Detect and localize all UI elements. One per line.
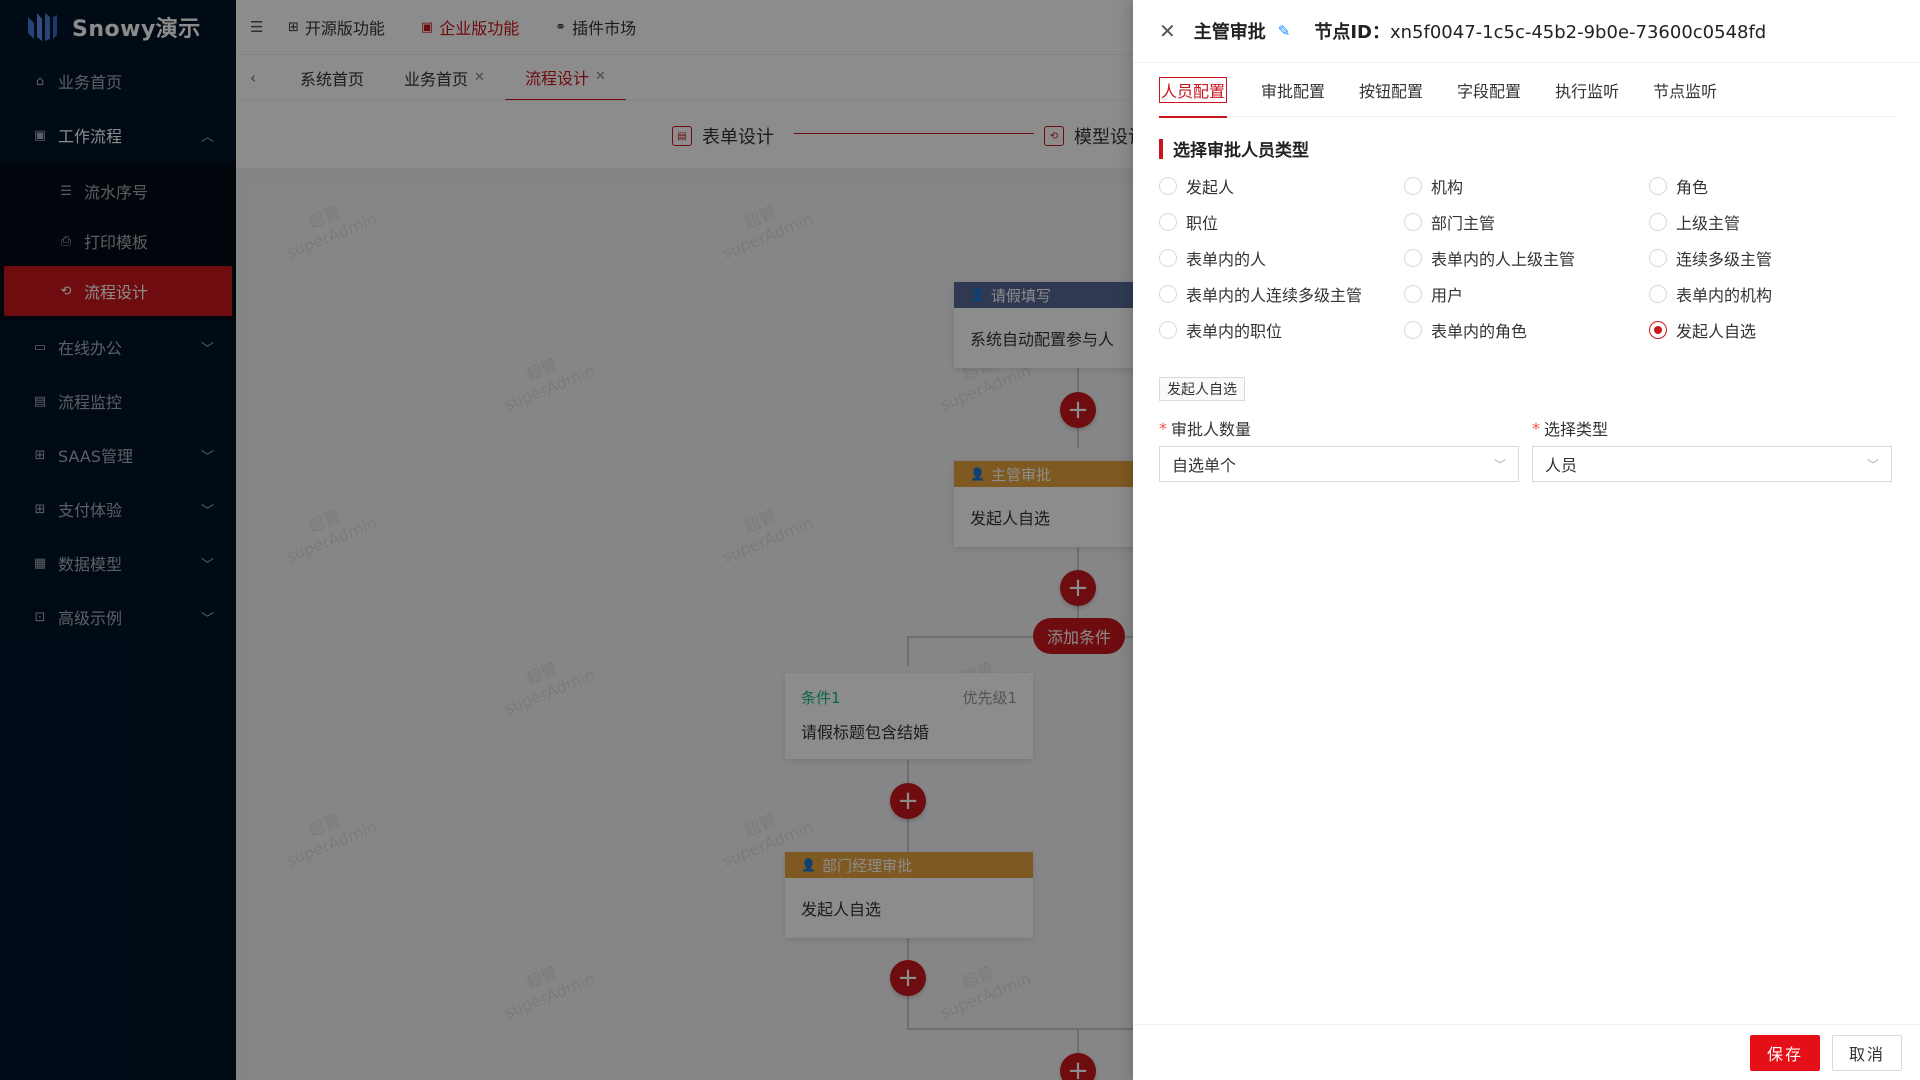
- tab-personnel-config[interactable]: 人员配置: [1159, 63, 1228, 118]
- radio-org[interactable]: 机构: [1404, 174, 1463, 198]
- tab-node-listener[interactable]: 节点监听: [1653, 63, 1717, 117]
- radio-superior[interactable]: 上级主管: [1649, 210, 1740, 234]
- chevron-down-icon: ﹀: [1493, 457, 1506, 472]
- radio-form-org[interactable]: 表单内的机构: [1649, 282, 1772, 306]
- radio-initiator[interactable]: 发起人: [1159, 174, 1234, 198]
- app: Snowy演示 ⌂ 业务首页 ▣ 工作流程 ︿ ☰ 流水序号 ⎙ 打印模板 ⟲ …: [0, 0, 1920, 1080]
- tab-button-config[interactable]: 按钮配置: [1359, 63, 1423, 117]
- select-type-select[interactable]: 人员 ﹀: [1532, 446, 1892, 482]
- radio-initiator-select[interactable]: 发起人自选: [1649, 318, 1756, 342]
- selected-type-tag: 发起人自选: [1159, 377, 1245, 401]
- radio-form-position[interactable]: 表单内的职位: [1159, 318, 1282, 342]
- cancel-button[interactable]: 取消: [1831, 1034, 1902, 1071]
- node-id: 节点ID：xn5f0047-1c5c-45b2-9b0e-73600c0548f…: [1314, 22, 1767, 43]
- section-title: 选择审批人员类型: [1159, 136, 1309, 161]
- edit-icon[interactable]: ✎: [1278, 22, 1291, 40]
- drawer-header: ✕ 主管审批 ✎ 节点ID：xn5f0047-1c5c-45b2-9b0e-73…: [1133, 0, 1920, 63]
- close-icon[interactable]: ✕: [1159, 19, 1176, 43]
- drawer-footer: 保存 取消: [1133, 1024, 1920, 1080]
- save-button[interactable]: 保存: [1749, 1034, 1820, 1071]
- radio-multi-level-supervisor[interactable]: 连续多级主管: [1649, 246, 1772, 270]
- select-value: 自选单个: [1172, 456, 1237, 475]
- tab-execution-listener[interactable]: 执行监听: [1555, 63, 1619, 117]
- radio-dept-supervisor[interactable]: 部门主管: [1404, 210, 1495, 234]
- tab-field-config[interactable]: 字段配置: [1457, 63, 1521, 117]
- select-value: 人员: [1545, 456, 1578, 475]
- drawer-mask[interactable]: [0, 0, 1133, 1080]
- radio-role[interactable]: 角色: [1649, 174, 1708, 198]
- drawer-tabs: 人员配置 审批配置 按钮配置 字段配置 执行监听 节点监听: [1159, 63, 1895, 118]
- radio-position[interactable]: 职位: [1159, 210, 1218, 234]
- radio-form-user[interactable]: 表单内的人: [1159, 246, 1266, 270]
- drawer-title: 主管审批: [1193, 22, 1266, 43]
- radio-user[interactable]: 用户: [1404, 282, 1463, 306]
- tab-approval-config[interactable]: 审批配置: [1261, 63, 1325, 117]
- section-bar: [1159, 138, 1163, 159]
- select-type-label: * 选择类型: [1532, 418, 1609, 440]
- approver-count-label: * 审批人数量: [1159, 418, 1252, 440]
- radio-form-role[interactable]: 表单内的角色: [1404, 318, 1527, 342]
- chevron-down-icon: ﹀: [1866, 457, 1879, 472]
- radio-form-user-multi-level[interactable]: 表单内的人连续多级主管: [1159, 282, 1362, 306]
- node-config-drawer: ✕ 主管审批 ✎ 节点ID：xn5f0047-1c5c-45b2-9b0e-73…: [1133, 0, 1920, 1080]
- radio-form-user-superior[interactable]: 表单内的人上级主管: [1404, 246, 1575, 270]
- approver-count-select[interactable]: 自选单个 ﹀: [1159, 446, 1519, 482]
